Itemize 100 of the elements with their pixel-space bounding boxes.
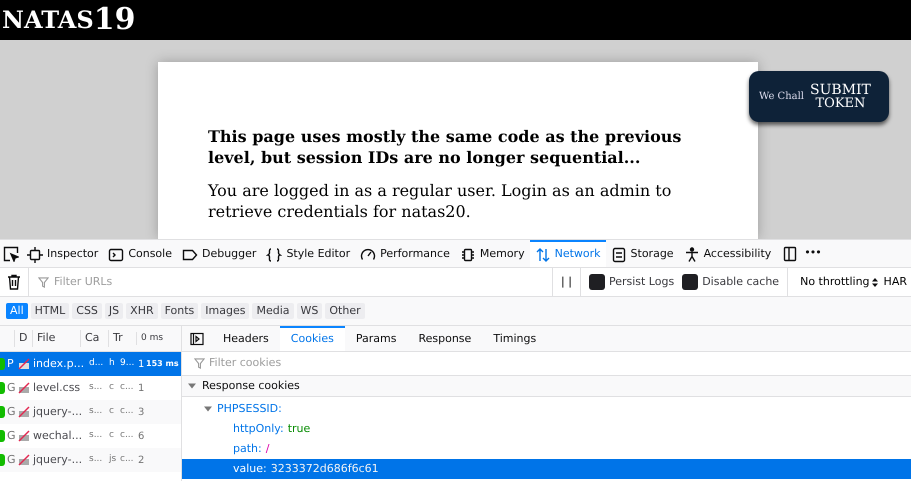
cookie-name: PHPSESSID: bbox=[217, 400, 282, 417]
transferred-cell-text: 9... bbox=[120, 357, 136, 370]
console-icon bbox=[108, 246, 124, 262]
devtools-tab[interactable]: Network bbox=[530, 240, 606, 267]
type-cell-text: c bbox=[109, 405, 115, 418]
storage-icon bbox=[610, 246, 627, 262]
type-filter[interactable]: HTML bbox=[30, 303, 70, 319]
filter-icon bbox=[38, 276, 49, 288]
crossed-lock-icon bbox=[18, 406, 30, 418]
type-filter[interactable]: Media bbox=[252, 303, 294, 319]
file-cell-text: jquery-... bbox=[33, 404, 84, 420]
method-cell-text: G bbox=[6, 380, 17, 396]
cause-cell-text: d... bbox=[89, 357, 104, 370]
cause-cell-text: s... bbox=[89, 381, 104, 394]
column-header[interactable]: File bbox=[32, 330, 80, 347]
devtools-tab[interactable]: Console bbox=[103, 240, 177, 267]
har-button[interactable]: HAR bbox=[880, 274, 911, 290]
transferred-cell-text: c... bbox=[120, 381, 135, 394]
gauge-icon bbox=[360, 246, 376, 262]
arrows-icon bbox=[534, 246, 551, 262]
throttling-select[interactable]: No throttling bbox=[800, 274, 870, 290]
logo-text: We Chall bbox=[759, 90, 804, 104]
method-cell-text: P bbox=[6, 356, 15, 372]
status-icon bbox=[0, 382, 5, 394]
column-header[interactable]: D bbox=[14, 330, 32, 347]
type-filter[interactable]: XHR bbox=[126, 303, 158, 319]
filter-urls-field[interactable]: Filter URLs bbox=[54, 274, 254, 290]
request-row[interactable]: G jquery-... s... js c... 2 bbox=[0, 448, 181, 472]
type-filter[interactable]: JS bbox=[104, 303, 124, 319]
time-cell: 153 ms bbox=[146, 358, 179, 370]
cookie-value: true bbox=[288, 420, 310, 437]
column-header[interactable]: Tr bbox=[108, 330, 136, 347]
detail-tab[interactable]: Cookies bbox=[280, 326, 345, 351]
devtools-tab[interactable]: Debugger bbox=[176, 240, 262, 267]
size-cell-text: 3 bbox=[138, 406, 145, 420]
type-cell-text: c bbox=[109, 381, 115, 394]
status-icon bbox=[0, 406, 5, 418]
sidebar-toggle-icon[interactable] bbox=[190, 332, 204, 346]
cause-cell-text: s... bbox=[89, 453, 104, 466]
method-cell-text: G bbox=[6, 428, 17, 444]
size-cell-text: 1 bbox=[138, 358, 145, 372]
devtools-tab[interactable]: Memory bbox=[454, 240, 530, 267]
site-title: NATAS bbox=[2, 4, 94, 36]
updown-icon bbox=[872, 278, 878, 286]
page-heading: This page uses mostly the same code as the previous level, but session IDs are no longer sequential... bbox=[208, 126, 682, 168]
type-cell-text: js bbox=[109, 453, 118, 466]
detail-tab[interactable]: Params bbox=[344, 326, 408, 351]
method-cell-text: G bbox=[6, 404, 17, 420]
type-filter[interactable]: Other bbox=[325, 303, 365, 319]
detail-tab[interactable]: Timings bbox=[482, 326, 548, 351]
cookie-row[interactable]: httpOnly: true bbox=[182, 419, 911, 439]
chip-icon bbox=[460, 246, 476, 262]
page-text: You are logged in as a regular user. Login as an admin to retrieve credentials for natas20. bbox=[208, 180, 672, 222]
box-icon bbox=[27, 246, 43, 262]
file-cell-text: wechal... bbox=[33, 428, 84, 444]
column-header[interactable]: 0 ms bbox=[136, 332, 164, 346]
transferred-cell-text: c... bbox=[120, 405, 135, 418]
file-cell-text: jquery-... bbox=[33, 452, 84, 468]
braces-icon bbox=[266, 246, 282, 262]
button-line: SUBMIT bbox=[810, 82, 871, 96]
type-filter[interactable]: All bbox=[6, 303, 28, 319]
detail-tab[interactable]: Response bbox=[407, 326, 482, 351]
filter-icon bbox=[194, 358, 205, 369]
type-filter[interactable]: Fonts bbox=[160, 303, 198, 319]
filter-cookies-field[interactable]: Filter cookies bbox=[209, 355, 409, 372]
devtools-tab[interactable]: Style Editor bbox=[261, 240, 356, 267]
cookie-row[interactable]: path: / bbox=[182, 439, 911, 459]
checkbox[interactable] bbox=[588, 274, 605, 290]
crossed-lock-icon bbox=[18, 358, 30, 370]
pause-button[interactable]: | | bbox=[552, 268, 581, 296]
cause-cell-text: s... bbox=[89, 429, 104, 442]
crossed-lock-icon bbox=[18, 382, 30, 394]
cookie-row[interactable]: value: 3233372d686f6c61 bbox=[182, 459, 911, 479]
dock-icon[interactable] bbox=[782, 246, 798, 262]
devtools-tab[interactable]: Accessibility bbox=[678, 240, 776, 267]
column-header[interactable]: Ca bbox=[80, 330, 108, 347]
detail-tab[interactable]: Headers bbox=[212, 326, 280, 351]
request-row[interactable]: G jquery-... s... c c... 3 bbox=[0, 400, 181, 424]
more-button[interactable]: ••• bbox=[798, 240, 827, 267]
cookie-key: httpOnly: bbox=[233, 420, 284, 438]
devtools-tab[interactable]: Storage bbox=[606, 240, 679, 267]
trash-icon[interactable] bbox=[7, 274, 21, 290]
size-cell-text: 1 bbox=[138, 382, 145, 396]
devtools-tab[interactable]: Performance bbox=[355, 240, 455, 267]
type-cell-text: h bbox=[109, 357, 116, 370]
method-cell-text: G bbox=[6, 452, 17, 468]
type-filter[interactable]: Images bbox=[201, 303, 250, 319]
picker-icon[interactable] bbox=[3, 246, 19, 262]
triangle-icon[interactable] bbox=[204, 405, 212, 413]
request-row[interactable]: P index.p... d... h 9... 1 153 ms bbox=[0, 352, 181, 376]
devtools-tab[interactable]: Inspector bbox=[22, 240, 104, 267]
checkbox[interactable] bbox=[682, 274, 698, 290]
section-header[interactable]: Response cookies bbox=[182, 376, 911, 397]
button-line: TOKEN bbox=[816, 96, 866, 110]
file-cell-text: level.css bbox=[33, 380, 82, 396]
type-filter[interactable]: WS bbox=[296, 303, 322, 319]
type-filter[interactable]: CSS bbox=[72, 303, 102, 319]
status-icon bbox=[0, 454, 5, 466]
transferred-cell-text: c... bbox=[120, 453, 135, 466]
file-cell-text: index.p... bbox=[33, 356, 86, 372]
